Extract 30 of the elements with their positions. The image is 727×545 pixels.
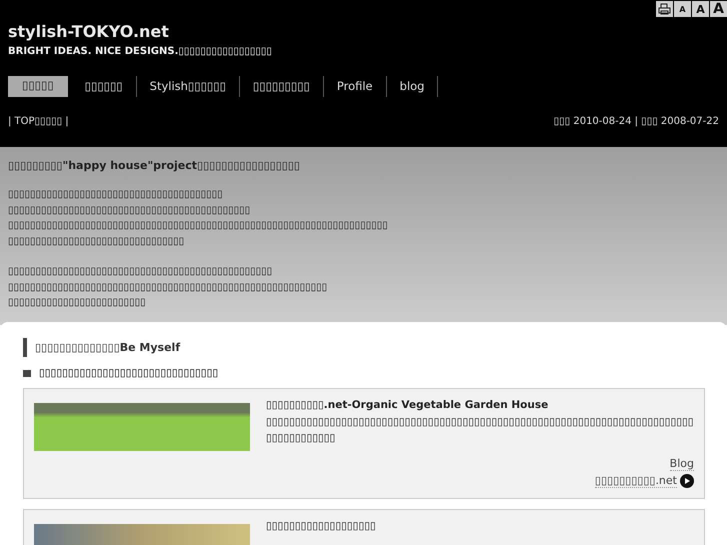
section-subheading: ▯▯▯▯▯▯▯▯▯▯▯▯▯▯▯▯▯▯▯▯▯▯▯▯▯▯▯▯▯▯▯ — [39, 367, 218, 379]
intro-text: ▯▯▯▯▯▯▯▯▯▯▯▯▯▯▯▯▯▯▯▯▯▯▯▯▯ — [8, 296, 147, 310]
nav-link[interactable]: blog — [386, 76, 438, 97]
intro-text: ▯▯▯▯▯▯▯▯▯▯▯▯▯▯▯▯▯▯▯▯▯▯▯▯▯▯▯▯▯▯▯▯ — [8, 234, 186, 248]
font-size-button[interactable]: A — [674, 1, 691, 17]
print-button[interactable] — [656, 1, 673, 17]
nav-link[interactable]: Profile — [324, 76, 387, 97]
tagline: BRIGHT IDEAS. NICE DESIGNS.▯▯▯▯▯▯▯▯▯▯▯▯▯▯▯▯▯ — [8, 46, 273, 57]
nav-link[interactable]: Stylish▯▯▯▯▯▯ — [136, 76, 240, 97]
font-size-button[interactable]: A — [692, 1, 709, 17]
site-title[interactable]: stylish-TOKYO.net — [8, 22, 719, 41]
article-title[interactable]: ▯▯▯▯▯▯▯▯▯▯.net-Organic Vegetable Garden House — [266, 399, 694, 411]
nav-link[interactable]: ▯▯▯▯▯▯▯▯▯ — [240, 76, 324, 97]
nav-link[interactable]: ▯▯▯▯▯ — [8, 76, 68, 97]
article-link[interactable]: Blog — [670, 457, 694, 471]
date-info: ▯▯▯ 2010-08-24 | ▯▯▯ 2008-07-22 — [554, 116, 719, 127]
intro-lead: ▯▯▯▯▯▯▯▯▯"happy house"project▯▯▯▯▯▯▯▯▯▯▯▯▯▯▯▯▯ — [8, 159, 301, 172]
intro-text: ▯▯▯▯▯▯▯▯▯▯▯▯▯▯▯▯▯▯▯▯▯▯▯▯▯▯▯▯▯▯▯▯▯▯▯▯▯▯▯▯▯▯▯▯▯▯▯▯▯▯▯▯▯▯▯▯▯▯▯▯▯▯▯▯▯▯▯▯▯ — [8, 219, 389, 233]
intro-text: ▯▯▯▯▯▯▯▯▯▯▯▯▯▯▯▯▯▯▯▯▯▯▯▯▯▯▯▯▯▯▯▯▯▯▯▯▯▯▯▯▯▯▯▯▯▯▯▯ — [8, 265, 274, 279]
bullet-icon — [23, 370, 31, 376]
nav-link[interactable]: ▯▯▯▯▯▯ — [72, 76, 137, 97]
section-heading: ▯▯▯▯▯▯▯▯▯▯▯▯▯▯Be Myself — [23, 338, 705, 357]
intro-text: ▯▯▯▯▯▯▯▯▯▯▯▯▯▯▯▯▯▯▯▯▯▯▯▯▯▯▯▯▯▯▯▯▯▯▯▯▯▯▯▯▯▯▯▯▯▯▯▯▯▯▯▯▯▯▯▯▯▯ — [8, 280, 328, 294]
breadcrumb: | TOP▯▯▯▯▯ | — [8, 116, 69, 127]
article-description: ▯▯▯▯▯▯▯▯▯▯▯▯▯▯▯▯▯▯▯▯▯▯▯▯▯▯▯▯▯▯▯▯▯▯▯▯▯▯▯▯▯▯▯▯▯▯▯▯▯▯▯▯▯▯▯▯▯▯▯▯▯▯▯▯▯▯▯▯▯▯▯▯▯▯▯▯▯▯▯▯▯▯▯▯▯▯ — [266, 415, 694, 446]
article-title[interactable]: ▯▯▯▯▯▯▯▯▯▯▯▯▯▯▯▯▯▯▯ — [266, 520, 694, 532]
intro-text: ▯▯▯▯▯▯▯▯▯▯▯▯▯▯▯▯▯▯▯▯▯▯▯▯▯▯▯▯▯▯▯▯▯▯▯▯▯▯▯▯▯▯▯▯ — [8, 204, 252, 218]
intro-text: ▯▯▯▯▯▯▯▯▯▯▯▯▯▯▯▯▯▯▯▯▯▯▯▯▯▯▯▯▯▯▯▯▯▯▯▯▯▯▯ — [8, 188, 224, 202]
article-link[interactable]: ▯▯▯▯▯▯▯▯▯▯.net — [594, 474, 677, 488]
font-size-button[interactable]: A — [710, 1, 727, 17]
